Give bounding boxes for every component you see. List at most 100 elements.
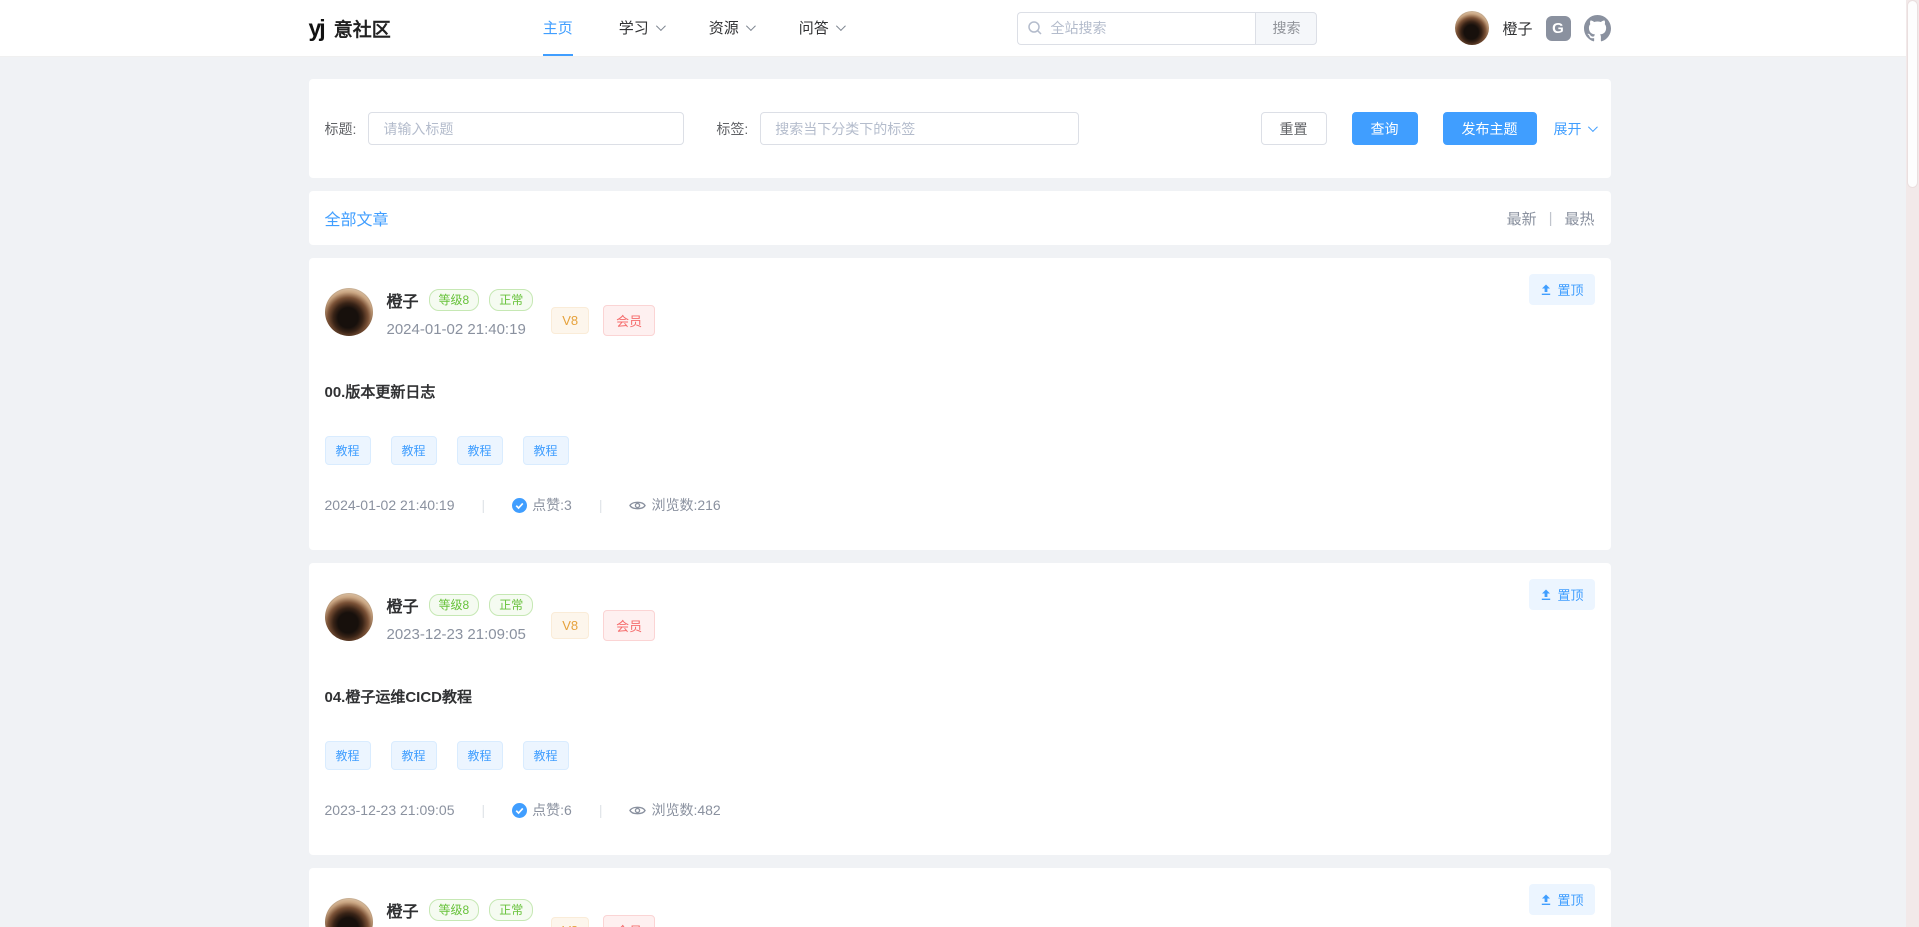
vip-badge: V8 bbox=[551, 307, 589, 334]
site-logo[interactable]: yj 意社区 bbox=[309, 15, 391, 42]
nav-item-label: 问答 bbox=[799, 17, 829, 38]
eye-icon bbox=[629, 498, 646, 513]
tag-filter-label: 标签: bbox=[716, 119, 748, 139]
tag-chip[interactable]: 教程 bbox=[325, 436, 371, 465]
author-name[interactable]: 橙子 bbox=[387, 593, 419, 617]
chevron-down-icon bbox=[836, 21, 846, 31]
chevron-down-icon bbox=[746, 21, 756, 31]
views-stat: 浏览数:482 bbox=[629, 800, 720, 820]
footer-divider: | bbox=[482, 497, 486, 513]
tag-chip[interactable]: 教程 bbox=[523, 741, 569, 770]
level-badge: 等级8 bbox=[429, 899, 480, 921]
nav-item-resources[interactable]: 资源 bbox=[709, 0, 753, 56]
member-badge: 会员 bbox=[603, 610, 655, 641]
pin-up-icon bbox=[1540, 894, 1552, 906]
status-badge: 正常 bbox=[489, 899, 533, 921]
footer-divider: | bbox=[599, 802, 603, 818]
status-badge: 正常 bbox=[489, 289, 533, 311]
pin-button[interactable]: 置顶 bbox=[1529, 579, 1594, 610]
query-button[interactable]: 查询 bbox=[1352, 112, 1418, 145]
nav-item-label: 主页 bbox=[543, 17, 573, 38]
user-area: 橙子 G bbox=[1455, 11, 1610, 45]
sort-switch: 最新 | 最热 bbox=[1507, 208, 1595, 229]
views-label: 浏览数:216 bbox=[651, 495, 720, 515]
footer-divider: | bbox=[482, 802, 486, 818]
all-articles-title[interactable]: 全部文章 bbox=[325, 206, 389, 230]
search-icon bbox=[1027, 20, 1043, 36]
status-badge: 正常 bbox=[489, 594, 533, 616]
expand-label: 展开 bbox=[1554, 119, 1582, 139]
tag-chip[interactable]: 教程 bbox=[523, 436, 569, 465]
nav-item-learn[interactable]: 学习 bbox=[619, 0, 663, 56]
author-badges: V8 会员 bbox=[551, 305, 655, 336]
nav-item-label: 学习 bbox=[619, 17, 649, 38]
tag-chip[interactable]: 教程 bbox=[391, 741, 437, 770]
level-badge: 等级8 bbox=[429, 594, 480, 616]
member-badge: 会员 bbox=[603, 305, 655, 336]
post-tags: 教程 教程 教程 教程 bbox=[325, 436, 1595, 465]
vip-badge: V8 bbox=[551, 917, 589, 927]
post-tags: 教程 教程 教程 教程 bbox=[325, 741, 1595, 770]
author-name[interactable]: 橙子 bbox=[387, 898, 419, 922]
pin-button[interactable]: 置顶 bbox=[1529, 274, 1594, 305]
top-navbar: yj 意社区 主页 学习 资源 问答 bbox=[0, 0, 1919, 57]
pin-up-icon bbox=[1540, 589, 1552, 601]
post-footer: 2023-12-23 21:09:05 | 点赞:6 | 浏览数:482 bbox=[325, 800, 1595, 820]
scrollbar-track[interactable] bbox=[1906, 0, 1919, 927]
author-name[interactable]: 橙子 bbox=[387, 288, 419, 312]
author-avatar[interactable] bbox=[325, 898, 373, 927]
author-badges: V8 会员 bbox=[551, 610, 655, 641]
global-search: 搜索 bbox=[1017, 12, 1317, 45]
scrollbar-thumb[interactable] bbox=[1907, 0, 1918, 188]
username[interactable]: 橙子 bbox=[1502, 18, 1532, 39]
post-datetime: 2023-12-23 21:09:05 bbox=[387, 626, 534, 643]
post-datetime: 2024-01-02 21:40:19 bbox=[387, 321, 534, 338]
post-header: 橙子 等级8 正常 2023-12-16 15:22:38 V8 会员 bbox=[325, 898, 1595, 927]
footer-divider: | bbox=[599, 497, 603, 513]
tag-chip[interactable]: 教程 bbox=[325, 741, 371, 770]
post-card: 置顶 橙子 等级8 正常 2023-12-16 15:22:38 V8 会员 bbox=[309, 868, 1611, 927]
sort-divider: | bbox=[1549, 210, 1553, 227]
tag-filter-input[interactable] bbox=[760, 112, 1079, 145]
gitee-icon[interactable]: G bbox=[1546, 16, 1571, 41]
author-badges: V8 会员 bbox=[551, 915, 655, 927]
member-badge: 会员 bbox=[603, 915, 655, 927]
eye-icon bbox=[629, 803, 646, 818]
post-footer: 2024-01-02 21:40:19 | 点赞:3 | 浏览数:216 bbox=[325, 495, 1595, 515]
author-avatar[interactable] bbox=[325, 593, 373, 641]
post-card: 置顶 橙子 等级8 正常 2023-12-23 21:09:05 V8 会员 0… bbox=[309, 563, 1611, 855]
sort-newest[interactable]: 最新 bbox=[1507, 208, 1537, 229]
filter-panel: 标题: 标签: 重置 查询 发布主题 展开 bbox=[309, 79, 1611, 178]
site-name: 意社区 bbox=[334, 15, 391, 42]
tag-chip[interactable]: 教程 bbox=[391, 436, 437, 465]
publish-topic-button[interactable]: 发布主题 bbox=[1443, 112, 1537, 145]
footer-time: 2024-01-02 21:40:19 bbox=[325, 497, 455, 513]
search-button[interactable]: 搜索 bbox=[1255, 12, 1317, 45]
post-card: 置顶 橙子 等级8 正常 2024-01-02 21:40:19 V8 会员 0… bbox=[309, 258, 1611, 550]
post-title[interactable]: 00.版本更新日志 bbox=[325, 381, 1595, 402]
github-icon[interactable] bbox=[1584, 15, 1611, 42]
author-avatar[interactable] bbox=[325, 288, 373, 336]
title-filter-input[interactable] bbox=[368, 112, 684, 145]
main-nav: 主页 学习 资源 问答 bbox=[543, 0, 843, 56]
likes-label: 点赞:6 bbox=[532, 800, 572, 820]
nav-item-qa[interactable]: 问答 bbox=[799, 0, 843, 56]
nav-item-home[interactable]: 主页 bbox=[543, 0, 573, 56]
user-avatar[interactable] bbox=[1455, 11, 1489, 45]
tag-chip[interactable]: 教程 bbox=[457, 741, 503, 770]
chevron-down-icon bbox=[1587, 122, 1597, 132]
like-check-icon bbox=[512, 803, 527, 818]
views-stat: 浏览数:216 bbox=[629, 495, 720, 515]
likes-stat: 点赞:6 bbox=[512, 800, 572, 820]
nav-item-label: 资源 bbox=[709, 17, 739, 38]
logo-mark-icon: yj bbox=[309, 17, 324, 40]
reset-button[interactable]: 重置 bbox=[1261, 112, 1327, 145]
search-input[interactable] bbox=[1017, 12, 1255, 45]
tag-chip[interactable]: 教程 bbox=[457, 436, 503, 465]
sort-hottest[interactable]: 最热 bbox=[1564, 208, 1594, 229]
expand-toggle[interactable]: 展开 bbox=[1554, 119, 1595, 139]
pin-up-icon bbox=[1540, 284, 1552, 296]
post-title[interactable]: 04.橙子运维CICD教程 bbox=[325, 686, 1595, 707]
views-label: 浏览数:482 bbox=[651, 800, 720, 820]
pin-button[interactable]: 置顶 bbox=[1529, 884, 1594, 915]
